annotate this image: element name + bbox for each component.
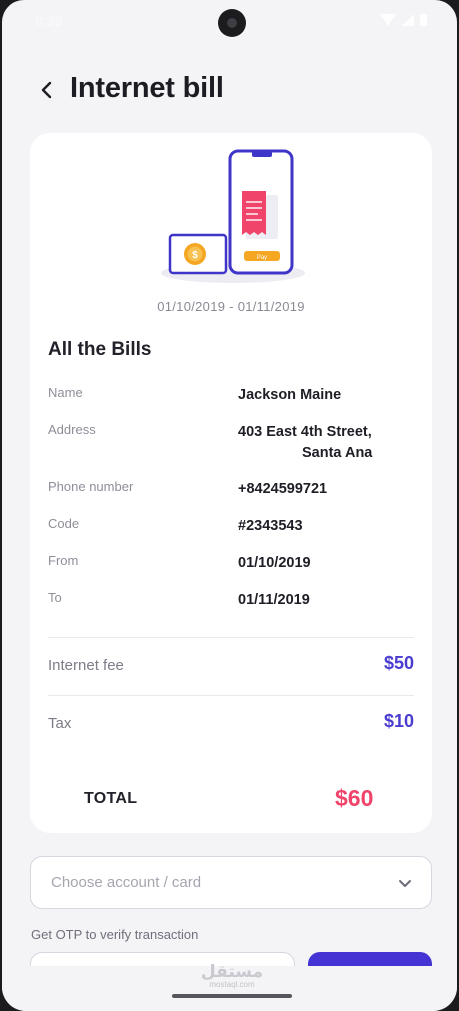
total-amount: $60 [335,785,374,811]
address-line-2: Santa Ana [302,445,373,461]
detail-value: 403 East 4th Street, Santa Ana [238,422,372,464]
signal-icon [402,14,414,26]
home-indicator[interactable] [172,994,292,998]
page-header: Internet bill [2,62,457,122]
page-title: Internet bill [70,72,224,104]
detail-label: To [48,590,62,605]
detail-label: Name [48,385,83,400]
pay-label: Pay [257,255,267,261]
back-arrow-icon[interactable] [32,76,60,104]
fee-row-tax: Tax $10 [48,711,414,741]
fee-label: Tax [48,715,72,732]
detail-label: From [48,553,79,568]
section-title: All the Bills [48,339,152,360]
status-icons [380,14,427,26]
fee-amount: $50 [383,653,414,673]
account-select[interactable]: Choose account / card [30,856,432,909]
phone-screen: 8:39 Internet bill $ Pay 01/10/2019 - 01… [2,0,457,1011]
divider [48,637,414,638]
status-bar: 8:39 [2,0,457,44]
wifi-icon [380,14,396,26]
watermark-latin: mostaql.com [209,980,255,989]
detail-value: #2343543 [238,518,303,534]
bill-card: $ Pay 01/10/2019 - 01/11/2019 All the Bi… [30,133,432,833]
detail-label: Address [48,422,96,437]
detail-value: +8424599721 [238,481,328,497]
divider [48,695,414,696]
detail-label: Phone number [48,479,134,494]
status-time: 8:39 [35,13,63,29]
detail-label: Code [48,516,80,531]
total-label: TOTAL [84,790,138,807]
watermark-arabic: مستقل [200,962,264,982]
watermark-logo: مستقل mostaql.com [200,962,264,989]
battery-icon [420,14,427,26]
detail-value: 01/11/2019 [238,592,310,608]
front-camera [218,9,246,37]
coin-symbol: $ [192,250,198,261]
detail-value: Jackson Maine [238,387,342,403]
bill-illustration: $ Pay [161,149,305,283]
address-line-1: 403 East 4th Street, [238,424,372,440]
fee-row-internet: Internet fee $50 [48,653,414,683]
chevron-down-icon [399,880,411,887]
detail-value: 01/10/2019 [238,555,311,571]
bill-period: 01/10/2019 - 01/11/2019 [157,299,305,314]
fee-amount: $10 [383,711,414,731]
fee-label: Internet fee [48,657,124,674]
account-select-placeholder: Choose account / card [51,874,202,891]
otp-label: Get OTP to verify transaction [31,927,199,942]
